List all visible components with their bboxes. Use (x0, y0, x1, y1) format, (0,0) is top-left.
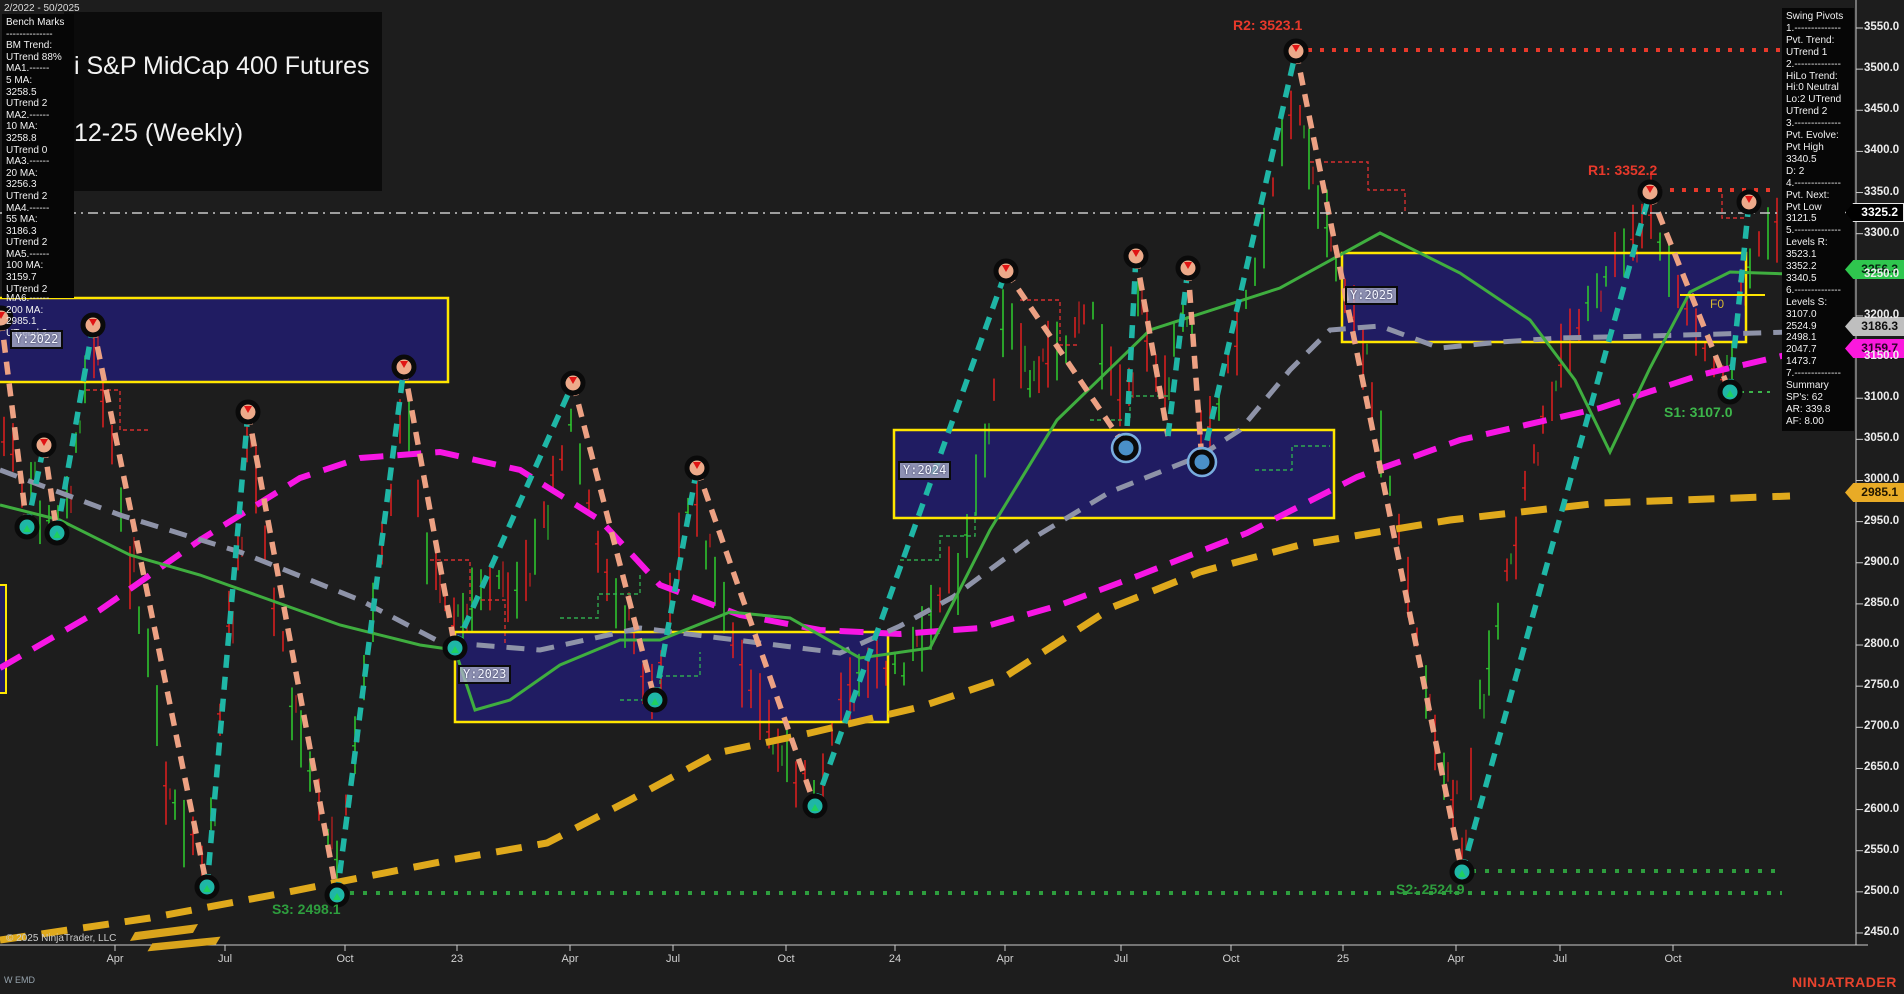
pivot-low-marker (1192, 452, 1212, 472)
zigzag-down-leg (44, 445, 57, 533)
copyright-label: © 2025 NinjaTrader, LLC (6, 933, 116, 944)
zigzag-up-leg (1168, 268, 1188, 436)
price-tick-label: 3150.0 (1864, 350, 1899, 362)
price-tick-label: 2950.0 (1864, 515, 1899, 527)
zigzag-up-leg (207, 412, 248, 887)
indicator-label: W EMD (4, 975, 35, 985)
time-tick-label: Oct (777, 953, 794, 965)
price-badge: 3325.2 (1845, 203, 1904, 222)
time-tick-label: Oct (1664, 953, 1681, 965)
price-badge: 2985.1 (1845, 483, 1904, 502)
time-tick-label: Apr (1447, 953, 1464, 965)
trailing-stop-step (86, 390, 148, 430)
time-tick-label: Apr (106, 953, 123, 965)
time-tick-label: 24 (889, 953, 901, 965)
price-tick-label: 2450.0 (1864, 926, 1899, 938)
price-tick-label: 2700.0 (1864, 720, 1899, 732)
level-label: R2: 3523.1 (1233, 17, 1302, 33)
trailing-stop-step (560, 572, 640, 618)
price-tick-label: 2550.0 (1864, 844, 1899, 856)
chart-window: 2/2022 - 50/2025 i S&P MidCap 400 Future… (0, 0, 1904, 994)
level-label: R1: 3352.2 (1588, 162, 1657, 178)
year-range-box (1342, 253, 1746, 342)
year-box-label: Y:2022 (10, 330, 63, 349)
swing-pivots-panel: Swing Pivots 1.-------------- Pvt. Trend… (1782, 8, 1854, 431)
zigzag-down-leg (404, 367, 455, 648)
price-tick-label: 2750.0 (1864, 679, 1899, 691)
year-box-label: Y:2023 (458, 665, 511, 684)
price-tick-label: 2650.0 (1864, 761, 1899, 773)
time-tick-label: Jul (1114, 953, 1128, 965)
bench-marks-panel: Bench Marks -------------- BM Trend: UTr… (2, 14, 74, 298)
year-range-box (455, 632, 888, 722)
level-label: S2: 2524.9 (1396, 881, 1465, 897)
year-range-box (0, 298, 448, 382)
ninjatrader-logo: NINJATRADER (1792, 974, 1897, 990)
time-tick-label: Oct (336, 953, 353, 965)
time-tick-label: 25 (1337, 953, 1349, 965)
price-tick-label: 2850.0 (1864, 597, 1899, 609)
chart-title: i S&P MidCap 400 Futures 12-25 (Weekly) (64, 12, 382, 191)
price-tick-label: 2600.0 (1864, 803, 1899, 815)
price-tick-label: 2500.0 (1864, 885, 1899, 897)
time-tick-label: Jul (218, 953, 232, 965)
zigzag-down-leg (1136, 256, 1168, 436)
time-tick-label: Apr (561, 953, 578, 965)
price-tick-label: 3450.0 (1864, 103, 1899, 115)
price-tick-label: 3200.0 (1864, 309, 1899, 321)
price-tick-label: 3350.0 (1864, 186, 1899, 198)
zigzag-up-leg (337, 367, 404, 895)
level-label: S3: 2498.1 (272, 901, 341, 917)
price-tick-label: 3500.0 (1864, 62, 1899, 74)
price-tick-label: 2800.0 (1864, 638, 1899, 650)
price-tick-label: 3100.0 (1864, 391, 1899, 403)
pivot-low-marker (1116, 438, 1136, 458)
zigzag-up-leg (1202, 51, 1296, 462)
price-tick-label: 3250.0 (1864, 268, 1899, 280)
level-label: S1: 3107.0 (1664, 404, 1733, 420)
time-tick-label: Apr (996, 953, 1013, 965)
f0-line-label: F0 (1710, 297, 1724, 311)
price-tick-label: 3000.0 (1864, 473, 1899, 485)
time-tick-label: Jul (666, 953, 680, 965)
time-tick-label: Jul (1553, 953, 1567, 965)
price-tick-label: 3050.0 (1864, 432, 1899, 444)
year-box-label: Y:2024 (898, 461, 951, 480)
price-tick-label: 3400.0 (1864, 144, 1899, 156)
price-tick-label: 3550.0 (1864, 21, 1899, 33)
chart-title-line1: i S&P MidCap 400 Futures (74, 51, 370, 82)
trailing-stop-step (1020, 300, 1080, 345)
price-tick-label: 2900.0 (1864, 556, 1899, 568)
time-tick-label: 23 (451, 953, 463, 965)
price-tick-label: 3300.0 (1864, 227, 1899, 239)
zigzag-up-leg (815, 271, 1006, 806)
chart-title-line2: 12-25 (Weekly) (74, 118, 370, 149)
time-tick-label: Oct (1222, 953, 1239, 965)
year-box-label: Y:2025 (1345, 286, 1398, 305)
